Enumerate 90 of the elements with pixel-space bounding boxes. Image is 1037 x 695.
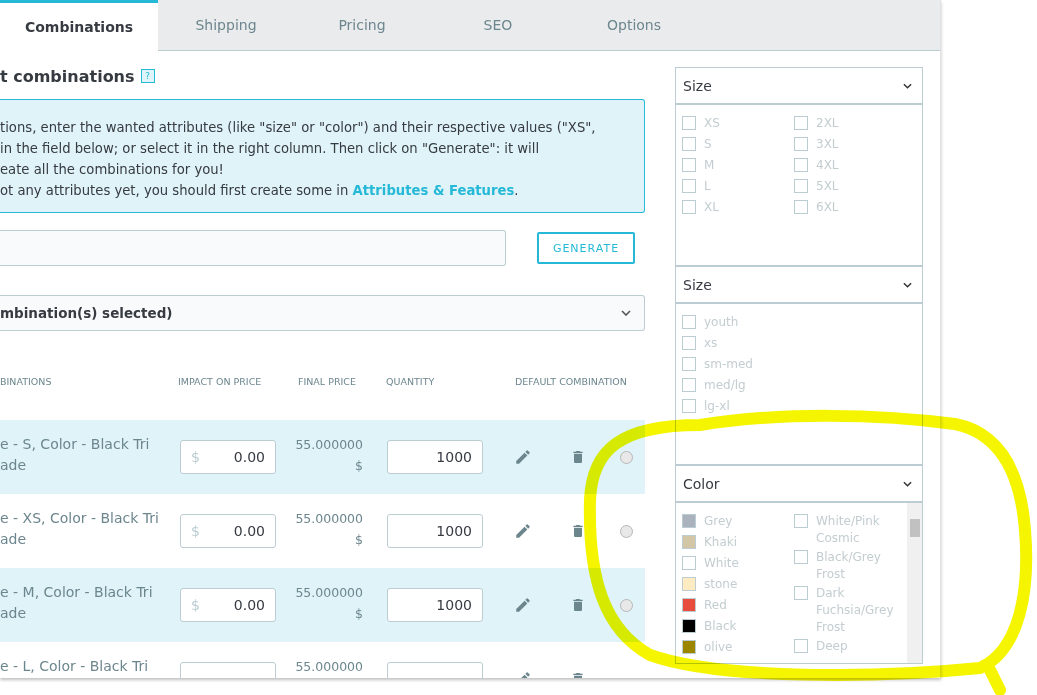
attribute-value-label: Khaki bbox=[704, 534, 738, 551]
checkbox[interactable] bbox=[682, 137, 696, 151]
color-swatch[interactable] bbox=[682, 535, 696, 549]
attribute-value-label: Black bbox=[704, 618, 737, 635]
quantity-field[interactable]: 1000 bbox=[387, 440, 483, 474]
attribute-value-label: xs bbox=[704, 335, 718, 352]
attribute-value-label: 3XL bbox=[816, 136, 839, 153]
tab[interactable]: Combinations bbox=[0, 0, 158, 51]
column-header: DEFAULT COMBINATION bbox=[515, 376, 628, 389]
attributes-input-field[interactable] bbox=[0, 230, 506, 266]
color-swatch[interactable] bbox=[682, 514, 696, 528]
combination-name: e - L, Color - Black Tri bbox=[0, 657, 150, 676]
checkbox[interactable] bbox=[682, 158, 696, 172]
impact-price-field[interactable]: $ 0.00 bbox=[180, 514, 276, 548]
attribute-value-label: M bbox=[704, 157, 715, 174]
attribute-value-label: White bbox=[704, 555, 739, 572]
attribute-value-label: olive bbox=[704, 639, 733, 656]
attribute-value-label: 4XL bbox=[816, 157, 839, 174]
attribute-value-label: stone bbox=[704, 576, 738, 593]
attribute-value-label: Grey bbox=[704, 513, 733, 530]
attribute-value-label: sm-med bbox=[704, 356, 753, 373]
checkbox[interactable] bbox=[682, 378, 696, 392]
checkbox[interactable] bbox=[682, 179, 696, 193]
checkbox[interactable] bbox=[794, 116, 808, 130]
impact-price-field[interactable]: $ 0.00 bbox=[180, 588, 276, 622]
color-swatch[interactable] bbox=[682, 598, 696, 612]
quantity-field[interactable]: 1000 bbox=[387, 514, 483, 548]
column-header: BINATIONS bbox=[0, 376, 53, 389]
edit-icon[interactable] bbox=[514, 596, 532, 614]
color-swatch[interactable] bbox=[682, 577, 696, 591]
checkbox[interactable] bbox=[682, 357, 696, 371]
delete-icon[interactable] bbox=[570, 596, 586, 614]
combination-name: e - S, Color - Black Tri ade bbox=[0, 435, 151, 475]
attribute-value-label: 2XL bbox=[816, 115, 839, 132]
final-price: 55.000000 $ bbox=[294, 436, 364, 475]
final-price: 55.000000 $ bbox=[294, 584, 364, 623]
default-radio[interactable] bbox=[620, 524, 633, 538]
attribute-value-label: XS bbox=[704, 115, 720, 132]
final-price: 55.000000 bbox=[294, 658, 364, 676]
checkbox[interactable] bbox=[682, 200, 696, 214]
attribute-value-label: S bbox=[704, 136, 712, 153]
attribute-value-label: Black/Grey Frost bbox=[816, 549, 882, 583]
edit-icon[interactable] bbox=[514, 448, 532, 466]
checkbox[interactable] bbox=[794, 179, 808, 193]
chevron-down-icon bbox=[621, 310, 631, 316]
attribute-value-label: 5XL bbox=[816, 178, 839, 195]
attribute-value-label: youth bbox=[704, 314, 739, 331]
chevron-down-icon bbox=[903, 82, 912, 89]
default-radio[interactable] bbox=[620, 598, 633, 612]
chevron-down-icon bbox=[903, 281, 912, 288]
info-text: tions, enter the wanted attributes (like "size" or "color") and their respective values ("XS", in the field below; or select it in the right column. Then click on "Generate": it will eate all the combinations for you! ot any attributes yet, you should first create some in Attributes & Features. bbox=[0, 119, 597, 200]
impact-price-field[interactable]: $ 0.00 bbox=[180, 440, 276, 474]
attribute-value-label: Dark Fuchsia/Grey Frost bbox=[816, 585, 895, 636]
attribute-value-label: 6XL bbox=[816, 199, 839, 216]
color-swatch[interactable] bbox=[682, 640, 696, 654]
checkbox[interactable] bbox=[794, 639, 808, 653]
bulk-action-dropdown[interactable]: mbination(s) selected) bbox=[0, 295, 645, 331]
color-swatch[interactable] bbox=[682, 619, 696, 633]
checkbox[interactable] bbox=[794, 550, 808, 564]
attribute-value-label: med/lg bbox=[704, 377, 746, 394]
combination-name: e - XS, Color - Black Tri ade bbox=[0, 509, 160, 549]
edit-icon[interactable] bbox=[514, 522, 532, 540]
checkbox[interactable] bbox=[794, 514, 808, 528]
attribute-value-label: Red bbox=[704, 597, 727, 614]
quantity-field[interactable]: 1000 bbox=[387, 588, 483, 622]
checkbox[interactable] bbox=[682, 116, 696, 130]
attribute-value-label: White/Pink Cosmic bbox=[816, 513, 881, 547]
checkbox[interactable] bbox=[682, 315, 696, 329]
attribute-value-label: Deep bbox=[816, 638, 848, 655]
chevron-down-icon bbox=[903, 480, 912, 487]
checkbox[interactable] bbox=[794, 158, 808, 172]
attribute-value-label: XL bbox=[704, 199, 719, 216]
checkbox[interactable] bbox=[794, 200, 808, 214]
scrollbar[interactable] bbox=[907, 503, 922, 663]
color-swatch[interactable] bbox=[682, 556, 696, 570]
section-title: t combinations bbox=[0, 66, 135, 86]
checkbox[interactable] bbox=[682, 336, 696, 350]
attribute-value-label: lg-xl bbox=[704, 398, 730, 415]
column-header: IMPACT ON PRICE bbox=[178, 376, 263, 389]
column-header: QUANTITY bbox=[386, 376, 436, 389]
checkbox[interactable] bbox=[794, 137, 808, 151]
attribute-value-label: L bbox=[704, 178, 711, 195]
column-header: FINAL PRICE bbox=[298, 376, 357, 389]
delete-icon[interactable] bbox=[570, 522, 586, 540]
combination-name: e - M, Color - Black Tri ade bbox=[0, 583, 154, 623]
checkbox[interactable] bbox=[794, 586, 808, 600]
delete-icon[interactable] bbox=[570, 448, 586, 466]
final-price: 55.000000 $ bbox=[294, 510, 364, 549]
default-radio[interactable] bbox=[620, 450, 633, 464]
checkbox[interactable] bbox=[682, 399, 696, 413]
